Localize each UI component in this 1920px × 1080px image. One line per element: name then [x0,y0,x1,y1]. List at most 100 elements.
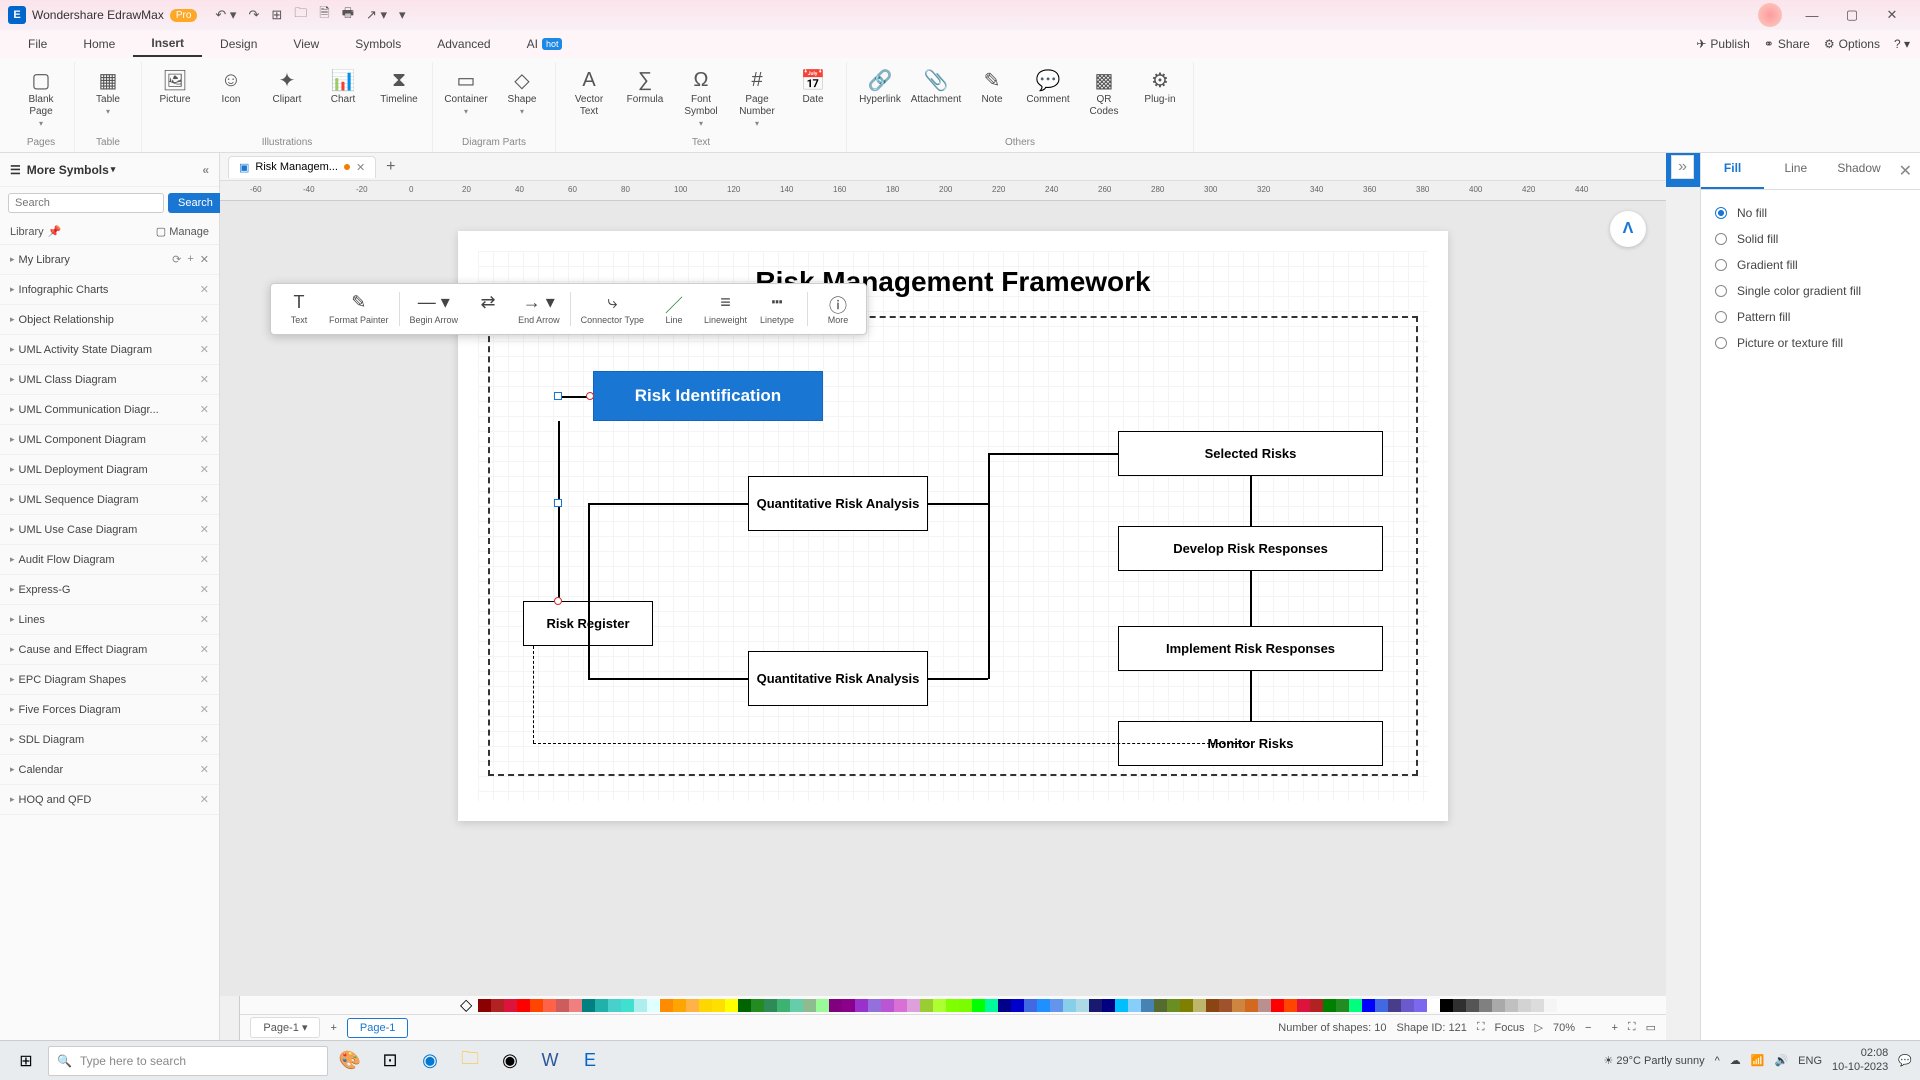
color-swatch[interactable] [972,999,985,1012]
connector[interactable] [928,503,988,505]
ribbon-page-number-button[interactable]: #Page Number▾ [732,66,782,132]
document-tab[interactable]: ▣ Risk Managem... ✕ [228,156,376,178]
ctx-begin-arrow-button[interactable]: — ▾Begin Arrow [410,292,459,326]
ribbon-plug-in-button[interactable]: ⚙Plug-in [1135,66,1185,108]
color-swatch[interactable] [517,999,530,1012]
library-item[interactable]: ▸SDL Diagram✕ [0,725,219,755]
color-swatch[interactable] [1271,999,1284,1012]
color-swatch[interactable] [959,999,972,1012]
menu-file[interactable]: File [10,32,65,56]
connector-dashed[interactable] [533,646,534,743]
library-item[interactable]: ▸UML Use Case Diagram✕ [0,515,219,545]
color-swatch[interactable] [907,999,920,1012]
color-swatch[interactable] [543,999,556,1012]
menu-view[interactable]: View [275,32,337,56]
color-swatch[interactable] [777,999,790,1012]
doc-tab-close-icon[interactable]: ✕ [356,161,365,174]
ctx-lineweight-button[interactable]: ≡Lineweight [704,292,747,326]
box-selected-risks[interactable]: Selected Risks [1118,431,1383,476]
fill-option[interactable]: Gradient fill [1715,252,1906,278]
user-avatar[interactable] [1758,3,1782,27]
color-swatch[interactable] [686,999,699,1012]
color-swatch[interactable] [1284,999,1297,1012]
color-swatch[interactable] [1505,999,1518,1012]
ctx-end-arrow-button[interactable]: → ▾End Arrow [518,292,560,326]
color-swatch[interactable] [660,999,673,1012]
color-swatch[interactable] [1102,999,1115,1012]
color-swatch[interactable] [1024,999,1037,1012]
color-swatch[interactable] [1245,999,1258,1012]
page-tab[interactable]: Page-1 [347,1018,408,1038]
color-swatch[interactable] [1531,999,1544,1012]
color-swatch[interactable] [842,999,855,1012]
print-button[interactable]: 🖶 [342,4,354,26]
color-swatch[interactable] [673,999,686,1012]
new-button[interactable]: ⊞ [271,7,282,23]
ribbon-blank-page-button[interactable]: ▢Blank Page▾ [16,66,66,132]
connector[interactable] [988,453,1118,455]
explorer-icon[interactable]: 🗀 [452,1046,488,1076]
color-swatch[interactable] [1076,999,1089,1012]
open-button[interactable]: 🗀 [294,4,307,26]
color-swatch[interactable] [595,999,608,1012]
symbol-search-input[interactable] [8,193,164,213]
ctx-more-button[interactable]: ⓘMore [818,292,858,326]
color-swatch[interactable] [855,999,868,1012]
color-swatch[interactable] [582,999,595,1012]
color-swatch[interactable] [1492,999,1505,1012]
page-dropdown[interactable]: Page-1 ▾ [250,1017,320,1038]
color-swatch[interactable] [868,999,881,1012]
cortana-icon[interactable]: 🎨 [332,1046,368,1076]
connector-dashed[interactable] [533,743,1250,744]
maximize-button[interactable]: ▢ [1832,7,1872,23]
box-risk-identification[interactable]: Risk Identification [593,371,823,421]
color-swatch[interactable] [1089,999,1102,1012]
shadow-tab[interactable]: Shadow [1827,153,1890,189]
ribbon-note-button[interactable]: ✎Note [967,66,1017,108]
color-swatch[interactable] [998,999,1011,1012]
ribbon-comment-button[interactable]: 💬Comment [1023,66,1073,108]
zoom-in-button[interactable]: + [1611,1022,1617,1034]
selection-handle[interactable] [554,392,562,400]
library-item[interactable]: ▸Lines✕ [0,605,219,635]
box-implement-responses[interactable]: Implement Risk Responses [1118,626,1383,671]
color-swatch[interactable] [491,999,504,1012]
box-qra-2[interactable]: Quantitative Risk Analysis [748,651,928,706]
chrome-icon[interactable]: ◉ [492,1046,528,1076]
library-item[interactable]: ▸HOQ and QFD✕ [0,785,219,815]
menu-home[interactable]: Home [65,32,133,56]
box-qra-1[interactable]: Quantitative Risk Analysis [748,476,928,531]
focus-button[interactable]: Focus [1495,1022,1525,1034]
color-swatch[interactable] [1310,999,1323,1012]
fill-option[interactable]: No fill [1715,200,1906,226]
ctx-text-button[interactable]: TText [279,292,319,326]
color-swatch[interactable] [1258,999,1271,1012]
ctx-line-button[interactable]: ／Line [654,292,694,326]
tray-chevron-icon[interactable]: ^ [1715,1055,1720,1067]
menu-design[interactable]: Design [202,32,275,56]
zoom-out-button[interactable]: − [1585,1022,1591,1034]
color-swatch[interactable] [1232,999,1245,1012]
color-swatch[interactable] [1037,999,1050,1012]
task-view-icon[interactable]: ⊡ [372,1046,408,1076]
color-swatch[interactable] [621,999,634,1012]
play-button[interactable]: ▷ [1535,1021,1543,1034]
ctx-linetype-button[interactable]: ┅Linetype [757,292,797,326]
collapse-panel-icon[interactable]: « [202,163,209,177]
library-item[interactable]: ▸Object Relationship✕ [0,305,219,335]
library-item[interactable]: ▸Five Forces Diagram✕ [0,695,219,725]
ribbon-hyperlink-button[interactable]: 🔗Hyperlink [855,66,905,108]
menu-ai[interactable]: AI hot [509,32,581,56]
color-swatch[interactable] [1206,999,1219,1012]
color-swatch[interactable] [1167,999,1180,1012]
language-icon[interactable]: ENG [1798,1055,1822,1067]
ribbon-qr-codes-button[interactable]: ▩QR Codes [1079,66,1129,120]
library-item[interactable]: ▸UML Communication Diagr...✕ [0,395,219,425]
close-panel-icon[interactable]: ✕ [1891,153,1920,189]
connector[interactable] [1250,476,1252,526]
color-swatch[interactable] [647,999,660,1012]
notifications-icon[interactable]: 💬 [1898,1054,1912,1067]
color-swatch[interactable] [803,999,816,1012]
fill-option[interactable]: Pattern fill [1715,304,1906,330]
color-swatch[interactable] [816,999,829,1012]
